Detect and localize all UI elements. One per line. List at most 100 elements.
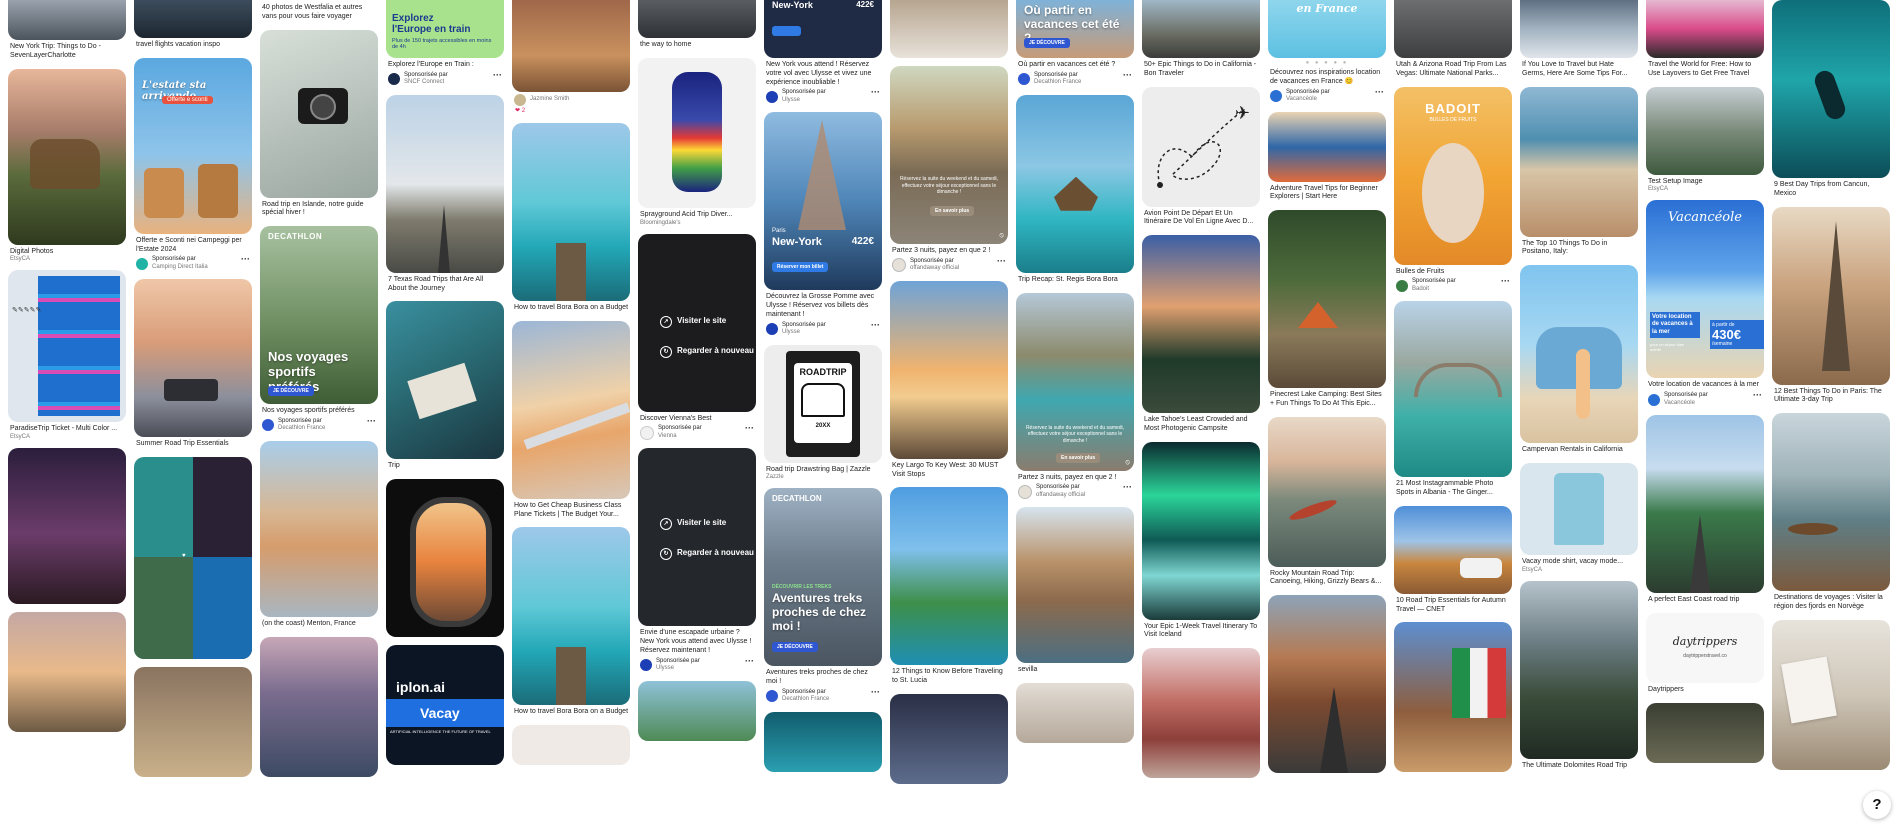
pin-card[interactable]: Vacancéole Votre location de vacances à … xyxy=(1646,200,1764,407)
pin-title[interactable]: Travel the World for Free: How to Use La… xyxy=(1646,58,1764,79)
advertiser-avatar[interactable] xyxy=(1018,73,1030,86)
pin-title[interactable]: If You Love to Travel but Hate Germs, He… xyxy=(1520,58,1638,79)
pin-card[interactable] xyxy=(764,711,882,772)
help-icon[interactable]: ? xyxy=(1872,796,1881,813)
pin-card[interactable]: Your Epic 1-Week Travel Itinerary To Vis… xyxy=(1142,441,1260,641)
replay-button[interactable]: ↻ Regarder à nouveau xyxy=(660,548,754,561)
pin-title[interactable]: Summer Road Trip Essentials xyxy=(134,437,252,449)
pin-card[interactable]: sevilla xyxy=(1016,507,1134,675)
pin-image[interactable] xyxy=(1016,507,1134,664)
more-options-icon[interactable]: ··· xyxy=(745,656,754,665)
more-options-icon[interactable]: ··· xyxy=(1501,277,1510,286)
pin-title[interactable]: 9 Best Day Trips from Cancun, Mexico xyxy=(1772,178,1890,199)
pin-card[interactable]: travel flights vacation inspo xyxy=(134,0,252,50)
pin-title[interactable]: Votre location de vacances à la mer xyxy=(1646,378,1764,390)
pin-image[interactable]: en France xyxy=(1268,0,1386,58)
ad-cta[interactable]: En savoir plus xyxy=(1056,452,1101,463)
pin-title[interactable]: Trip xyxy=(386,459,504,471)
visit-site-button[interactable]: ↗ Visiter le site xyxy=(660,315,726,328)
more-options-icon[interactable]: ··· xyxy=(871,320,880,329)
pin-image[interactable] xyxy=(512,123,630,301)
pin-image[interactable] xyxy=(8,0,126,40)
advertiser-name[interactable]: Camping Direct Italia xyxy=(152,264,208,272)
more-options-icon[interactable]: ··· xyxy=(871,687,880,696)
more-options-icon[interactable]: ··· xyxy=(745,424,754,433)
pin-card[interactable]: ↗ Visiter le site ↻ Regarder à nouveau Env… xyxy=(638,448,756,672)
help-button[interactable]: ? xyxy=(1863,791,1891,819)
pin-image[interactable]: DECATHLON Nos voyages sportifs préférés … xyxy=(260,226,378,404)
pin-title[interactable]: Road trip Drawstring Bag | Zazzle xyxy=(764,463,882,475)
more-options-icon[interactable]: ··· xyxy=(997,256,1006,265)
pin-image[interactable] xyxy=(260,29,378,198)
pin-card[interactable]: ✈ Avion Point De Départ Et Un Itinéraire… xyxy=(1142,86,1260,228)
pin-card[interactable]: Rocky Mountain Road Trip: Canoeing, Hiki… xyxy=(1268,416,1386,588)
pin-card[interactable]: Explorez l'Europe en train Plus de 150 t… xyxy=(386,0,504,87)
pin-image[interactable] xyxy=(1268,210,1386,388)
advertiser-avatar[interactable] xyxy=(766,323,778,335)
pin-card[interactable]: L'estate sta arrivando Offerte e sconti … xyxy=(134,57,252,272)
advertiser-avatar[interactable] xyxy=(1648,393,1660,406)
pin-image[interactable] xyxy=(512,0,630,92)
pin-card[interactable] xyxy=(1394,622,1512,773)
pin-title[interactable]: Trip Recap: St. Regis Bora Bora xyxy=(1016,273,1134,285)
more-options-icon[interactable]: ··· xyxy=(1123,70,1132,79)
pin-image[interactable] xyxy=(260,636,378,777)
pin-card[interactable]: ROADTRIP 20XX Road trip Drawstring Bag |… xyxy=(764,344,882,480)
pin-card[interactable] xyxy=(386,479,504,637)
advertiser-avatar[interactable] xyxy=(892,258,906,273)
more-options-icon[interactable]: ··· xyxy=(1753,391,1762,400)
pin-image[interactable]: ↗ Visiter le site ↻ Regarder à nouveau xyxy=(638,448,756,627)
pin-image[interactable]: daytrippers daytripperstravel.co xyxy=(1646,612,1764,683)
pin-card[interactable]: The Ultimate Dolomites Road Trip xyxy=(1520,580,1638,771)
pin-title[interactable]: Envie d'une escapade urbaine ? New York … xyxy=(638,626,756,655)
pin-title[interactable]: Vacay mode shirt, vacay mode... xyxy=(1520,555,1638,567)
pin-card[interactable] xyxy=(890,0,1008,58)
advertiser-name[interactable]: Ulysse xyxy=(782,329,826,337)
pin-card[interactable]: 12 Best Things To Do in Paris: The Ultim… xyxy=(1772,206,1890,406)
pin-image[interactable] xyxy=(890,693,1008,784)
pin-image[interactable] xyxy=(1772,413,1890,591)
pin-card[interactable] xyxy=(1646,702,1764,763)
pin-image[interactable] xyxy=(1772,0,1890,178)
pin-card[interactable]: New York Trip: Things to Do - SevenLayer… xyxy=(8,0,126,61)
pin-card[interactable] xyxy=(8,448,126,604)
pin-card[interactable]: DECATHLON DÉCOUVRIR LES TREKS Aventures … xyxy=(764,488,882,704)
pin-image[interactable]: Où partir en vacances cet été ? JE DÉCOU… xyxy=(1016,0,1134,58)
creator-avatar[interactable] xyxy=(514,94,526,106)
pin-card[interactable]: New-York 422€ New York vous attend ! Rés… xyxy=(764,0,882,104)
pin-title[interactable]: the way to home xyxy=(638,38,756,50)
pin-image[interactable] xyxy=(1520,0,1638,58)
pin-card[interactable]: If You Love to Travel but Hate Germs, He… xyxy=(1520,0,1638,79)
pin-title[interactable]: Bulles de Fruits xyxy=(1394,265,1512,277)
pin-image[interactable] xyxy=(890,280,1008,459)
pin-card[interactable]: Digital Photos EtsyCA xyxy=(8,68,126,262)
pin-image[interactable] xyxy=(1520,86,1638,237)
pin-image[interactable]: Vacancéole Votre location de vacances à … xyxy=(1646,200,1764,379)
pin-image[interactable]: BADOIT BULLES DE FRUITS xyxy=(1394,86,1512,265)
more-options-icon[interactable]: ··· xyxy=(1123,483,1132,492)
advertiser-name[interactable]: Vacancéole xyxy=(1286,96,1330,104)
pin-card[interactable]: Summer Road Trip Essentials xyxy=(134,279,252,449)
pin-image[interactable] xyxy=(890,0,1008,58)
pin-image[interactable] xyxy=(1646,0,1764,58)
replay-button[interactable]: ↻ Regarder à nouveau xyxy=(660,345,754,358)
advertiser-avatar[interactable] xyxy=(766,90,778,103)
pin-image[interactable] xyxy=(512,527,630,706)
pin-title[interactable]: 7 Texas Road Trips that Are All About th… xyxy=(386,273,504,294)
pin-image[interactable]: Réservez la suite du weekend et du samed… xyxy=(1016,292,1134,471)
visit-site-button[interactable]: ↗ Visiter le site xyxy=(660,518,726,531)
pin-image[interactable] xyxy=(1394,505,1512,594)
pin-card[interactable]: Adventure Travel Tips for Beginner Explo… xyxy=(1268,111,1386,203)
ad-cta[interactable]: JE DÉCOUVRE xyxy=(772,642,818,653)
pin-image[interactable]: ✈ xyxy=(1142,86,1260,207)
pin-card[interactable]: How to Get Cheap Business Class Plane Ti… xyxy=(512,320,630,520)
pin-image[interactable] xyxy=(1142,235,1260,413)
pin-card[interactable]: 40 photos de Westfalia et autres vans po… xyxy=(260,0,378,22)
pin-card[interactable]: 50+ Epic Things to Do in California - Bo… xyxy=(1142,0,1260,79)
pin-image[interactable] xyxy=(1520,580,1638,759)
pin-title[interactable]: Your Epic 1-Week Travel Itinerary To Vis… xyxy=(1142,620,1260,641)
pin-title[interactable]: Explorez l'Europe en Train : xyxy=(386,58,504,70)
pin-image[interactable] xyxy=(1646,415,1764,593)
pin-card[interactable] xyxy=(512,725,630,765)
pin-card[interactable]: Utah & Arizona Road Trip From Las Vegas:… xyxy=(1394,0,1512,79)
